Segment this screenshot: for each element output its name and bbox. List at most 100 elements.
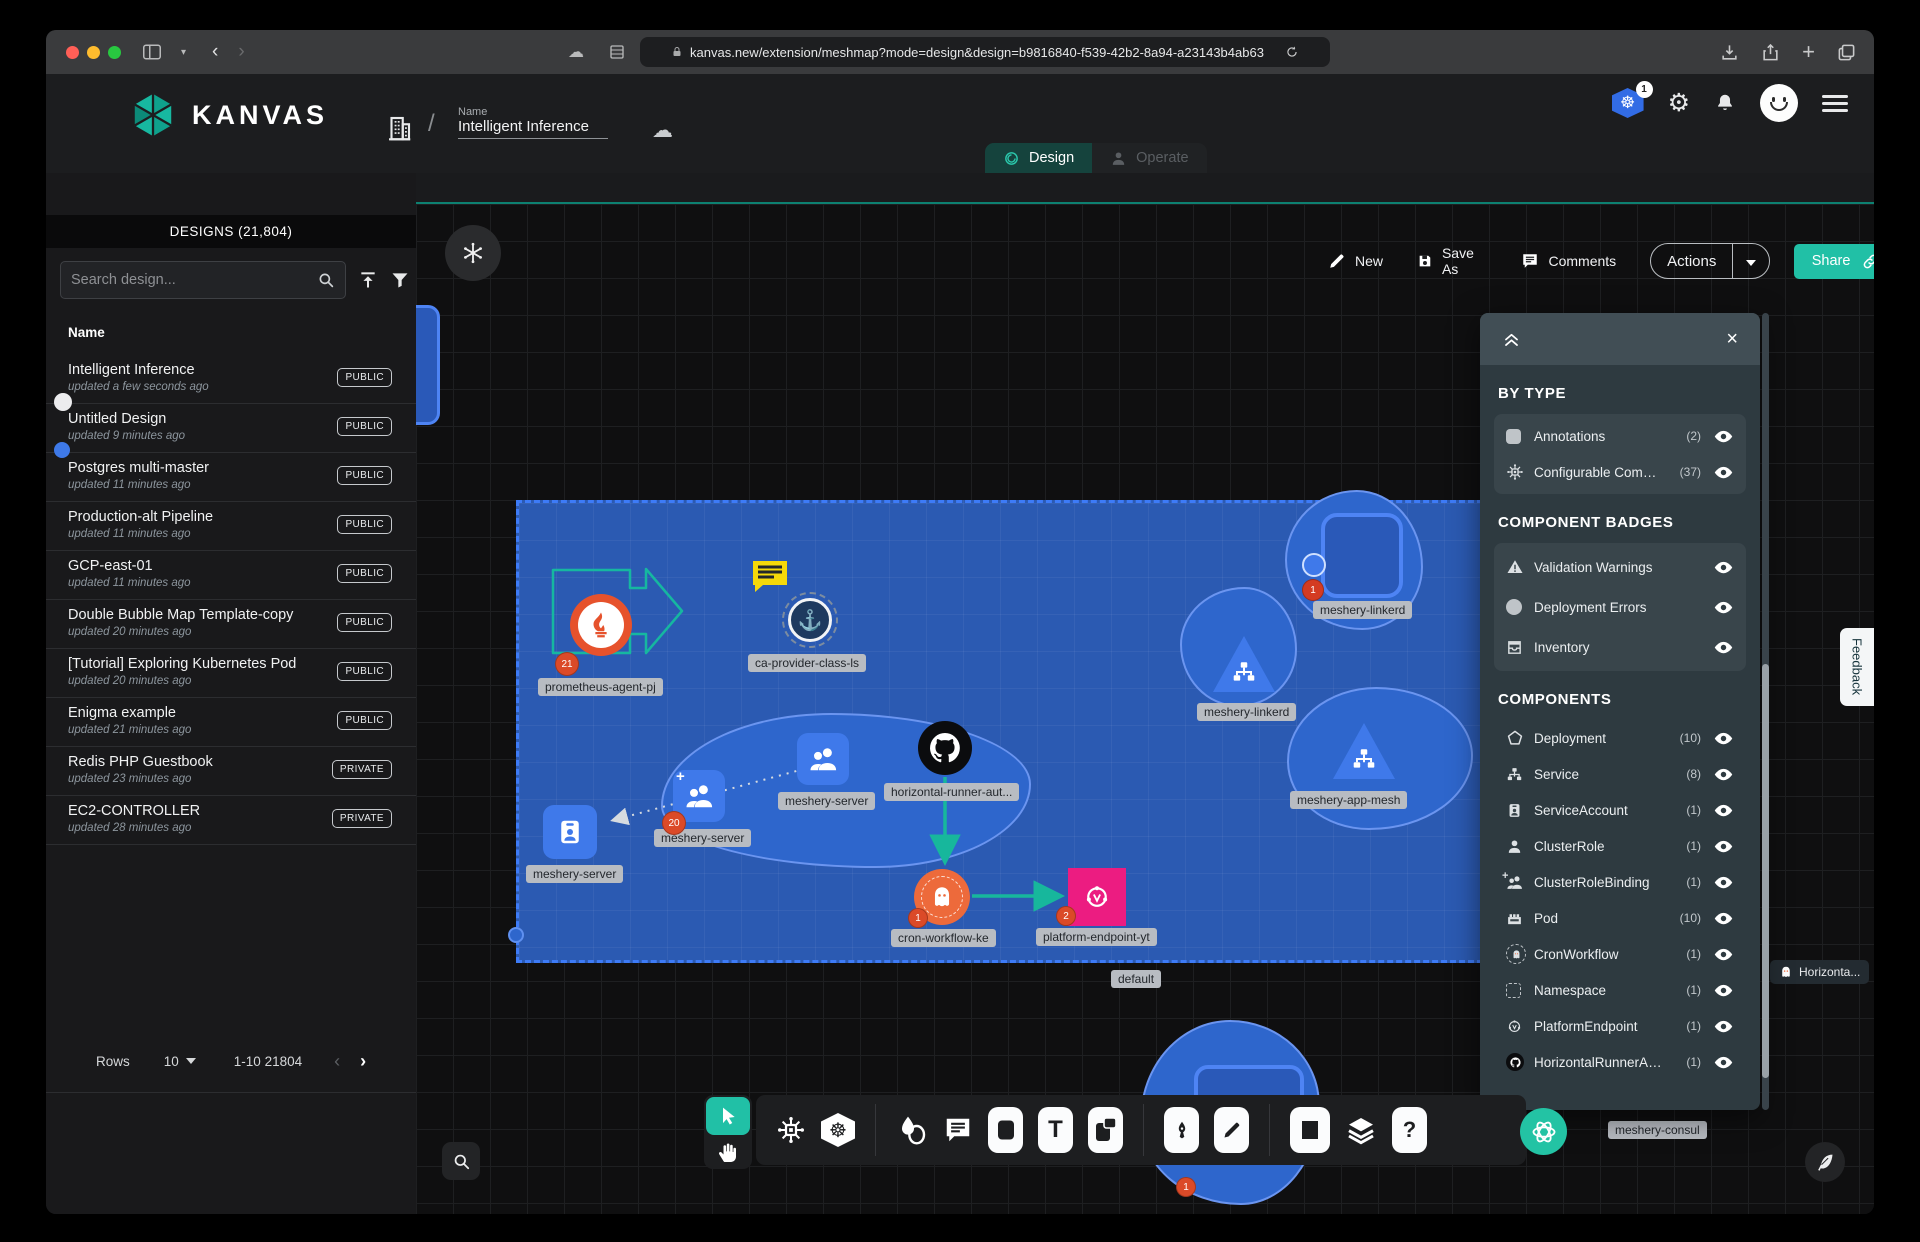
panel-row-namespace[interactable]: Namespace (1) bbox=[1494, 972, 1746, 1008]
warning-badge[interactable]: 20 bbox=[662, 811, 686, 835]
panel-row-configurable[interactable]: Configurable Compon… (37) bbox=[1494, 454, 1746, 490]
panel-row-cronworkflow[interactable]: CronWorkflow (1) bbox=[1494, 936, 1746, 972]
visibility-eye-icon[interactable] bbox=[1713, 1052, 1734, 1073]
settings-gear-icon[interactable]: ⚙ bbox=[1668, 88, 1690, 118]
design-list-item[interactable]: Enigma example updated 21 minutes ago PU… bbox=[46, 698, 416, 747]
forward-icon[interactable]: › bbox=[238, 41, 244, 63]
clipped-node[interactable] bbox=[416, 305, 440, 425]
visibility-eye-icon[interactable] bbox=[1713, 908, 1734, 929]
kubernetes-tool-icon[interactable]: ☸ bbox=[821, 1113, 855, 1147]
design-canvas[interactable]: default 1 bbox=[416, 173, 1874, 1214]
visibility-eye-icon[interactable] bbox=[1713, 980, 1734, 1001]
visibility-eye-icon[interactable] bbox=[1713, 462, 1734, 483]
panel-row-deployment[interactable]: Deployment (10) bbox=[1494, 720, 1746, 756]
panel-row-inventory[interactable]: Inventory bbox=[1494, 627, 1746, 667]
pan-hand-icon[interactable] bbox=[716, 1139, 740, 1165]
visibility-eye-icon[interactable] bbox=[1713, 426, 1734, 447]
visibility-eye-icon[interactable] bbox=[1713, 637, 1734, 658]
design-list-item[interactable]: Postgres multi-master updated 11 minutes… bbox=[46, 453, 416, 502]
design-list-item[interactable]: Double Bubble Map Template-copy updated … bbox=[46, 600, 416, 649]
panel-row-validation-warnings[interactable]: Validation Warnings bbox=[1494, 547, 1746, 587]
tab-operate[interactable]: Operate bbox=[1092, 143, 1206, 173]
visibility-eye-icon[interactable] bbox=[1713, 836, 1734, 857]
node-meshery-server-b[interactable] bbox=[797, 733, 849, 785]
cloud-icon[interactable]: ☁ bbox=[568, 42, 584, 62]
comment-tool-icon[interactable] bbox=[943, 1115, 973, 1145]
visibility-eye-icon[interactable] bbox=[1713, 728, 1734, 749]
panel-row-service[interactable]: Service (8) bbox=[1494, 756, 1746, 792]
design-list-item[interactable]: EC2-CONTROLLER updated 28 minutes ago PR… bbox=[46, 796, 416, 845]
design-search-input[interactable] bbox=[71, 272, 317, 288]
panel-row-serviceaccount[interactable]: ServiceAccount (1) bbox=[1494, 792, 1746, 828]
menu-hamburger-icon[interactable] bbox=[1822, 91, 1848, 116]
node-platform-endpoint[interactable] bbox=[1068, 868, 1126, 926]
rows-per-page-select[interactable]: 10 bbox=[164, 1054, 179, 1069]
freehand-tool-icon[interactable] bbox=[1214, 1107, 1249, 1153]
connection-handle[interactable] bbox=[508, 927, 524, 943]
visibility-eye-icon[interactable] bbox=[1713, 1016, 1734, 1037]
visibility-eye-icon[interactable] bbox=[1713, 872, 1734, 893]
node-ca-provider[interactable]: ⚓ bbox=[782, 592, 838, 648]
downloads-icon[interactable] bbox=[1720, 43, 1739, 62]
linkerd-mini-icon[interactable] bbox=[1302, 553, 1326, 577]
chevron-down-icon[interactable]: ▾ bbox=[181, 47, 186, 58]
node-meshery-linkerd-ns[interactable] bbox=[1321, 513, 1403, 598]
visibility-eye-icon[interactable] bbox=[1713, 557, 1734, 578]
meshery-dock-button[interactable] bbox=[1520, 1108, 1567, 1155]
comment-annotation-icon[interactable] bbox=[751, 559, 789, 593]
kubernetes-context-button[interactable]: ☸ 1 bbox=[1612, 88, 1644, 118]
visibility-eye-icon[interactable] bbox=[1713, 800, 1734, 821]
sidebar-toggle-icon[interactable] bbox=[143, 44, 161, 60]
panel-row-clusterrole[interactable]: ClusterRole (1) bbox=[1494, 828, 1746, 864]
design-list-item[interactable]: Redis PHP Guestbook updated 23 minutes a… bbox=[46, 747, 416, 796]
new-design-button[interactable]: New bbox=[1328, 252, 1383, 270]
url-bar[interactable]: kanvas.new/extension/meshmap?mode=design… bbox=[640, 37, 1330, 67]
drawer-tool-icon[interactable] bbox=[1290, 1107, 1330, 1153]
share-button[interactable]: Share bbox=[1794, 244, 1874, 279]
panel-scrollbar[interactable] bbox=[1762, 313, 1769, 1110]
freeze-layout-button[interactable] bbox=[445, 225, 501, 281]
design-name-input[interactable] bbox=[458, 118, 608, 139]
media-tool-icon[interactable] bbox=[988, 1107, 1023, 1153]
actions-dropdown-button[interactable]: Actions bbox=[1650, 243, 1770, 279]
feedback-tab[interactable]: Feedback bbox=[1840, 628, 1874, 706]
save-as-button[interactable]: Save As bbox=[1417, 245, 1487, 277]
zoom-window-button[interactable] bbox=[108, 46, 121, 59]
new-tab-icon[interactable]: + bbox=[1802, 43, 1815, 61]
panel-row-pod[interactable]: Pod (10) bbox=[1494, 900, 1746, 936]
node-horizontal-runner[interactable] bbox=[918, 721, 972, 775]
visibility-eye-icon[interactable] bbox=[1713, 597, 1734, 618]
signature-button[interactable] bbox=[1805, 1142, 1845, 1182]
minimize-window-button[interactable] bbox=[87, 46, 100, 59]
layers-tool-icon[interactable] bbox=[1345, 1114, 1377, 1146]
visibility-eye-icon[interactable] bbox=[1713, 944, 1734, 965]
warning-badge[interactable]: 2 bbox=[1056, 906, 1076, 926]
close-window-button[interactable] bbox=[66, 46, 79, 59]
kanvas-logo-icon[interactable] bbox=[130, 92, 176, 138]
user-avatar[interactable] bbox=[1760, 84, 1798, 122]
panel-row-platformendpoint[interactable]: PlatformEndpoint (1) bbox=[1494, 1008, 1746, 1044]
organization-icon[interactable] bbox=[384, 112, 414, 144]
next-page-icon[interactable]: › bbox=[360, 1051, 366, 1072]
import-design-icon[interactable] bbox=[358, 270, 378, 290]
prev-page-icon[interactable]: ‹ bbox=[334, 1051, 340, 1072]
tab-overview-icon[interactable] bbox=[609, 44, 625, 60]
help-tool-icon[interactable]: ? bbox=[1392, 1107, 1427, 1153]
panel-row-deployment-errors[interactable]: Deployment Errors bbox=[1494, 587, 1746, 627]
collapse-panel-icon[interactable] bbox=[1502, 330, 1521, 349]
text-tool-icon[interactable]: T bbox=[1038, 1107, 1073, 1153]
error-badge[interactable]: 1 bbox=[1176, 1177, 1196, 1197]
warning-badge[interactable]: 21 bbox=[555, 652, 579, 676]
comments-button[interactable]: Comments bbox=[1521, 252, 1616, 270]
design-list-item[interactable]: Production-alt Pipeline updated 11 minut… bbox=[46, 502, 416, 551]
sticky-note-tool-icon[interactable] bbox=[1088, 1107, 1123, 1153]
panel-row-clusterrolebinding[interactable]: + ClusterRoleBinding (1) bbox=[1494, 864, 1746, 900]
node-prometheus[interactable] bbox=[570, 594, 632, 656]
panel-scrollbar-thumb[interactable] bbox=[1762, 664, 1769, 1078]
tabs-icon[interactable] bbox=[1837, 43, 1856, 62]
share-page-icon[interactable] bbox=[1761, 43, 1780, 62]
design-search-box[interactable] bbox=[60, 261, 346, 299]
filter-icon[interactable] bbox=[390, 270, 410, 290]
node-meshery-server-sa[interactable] bbox=[543, 805, 597, 859]
warning-badge[interactable]: 1 bbox=[908, 908, 928, 928]
